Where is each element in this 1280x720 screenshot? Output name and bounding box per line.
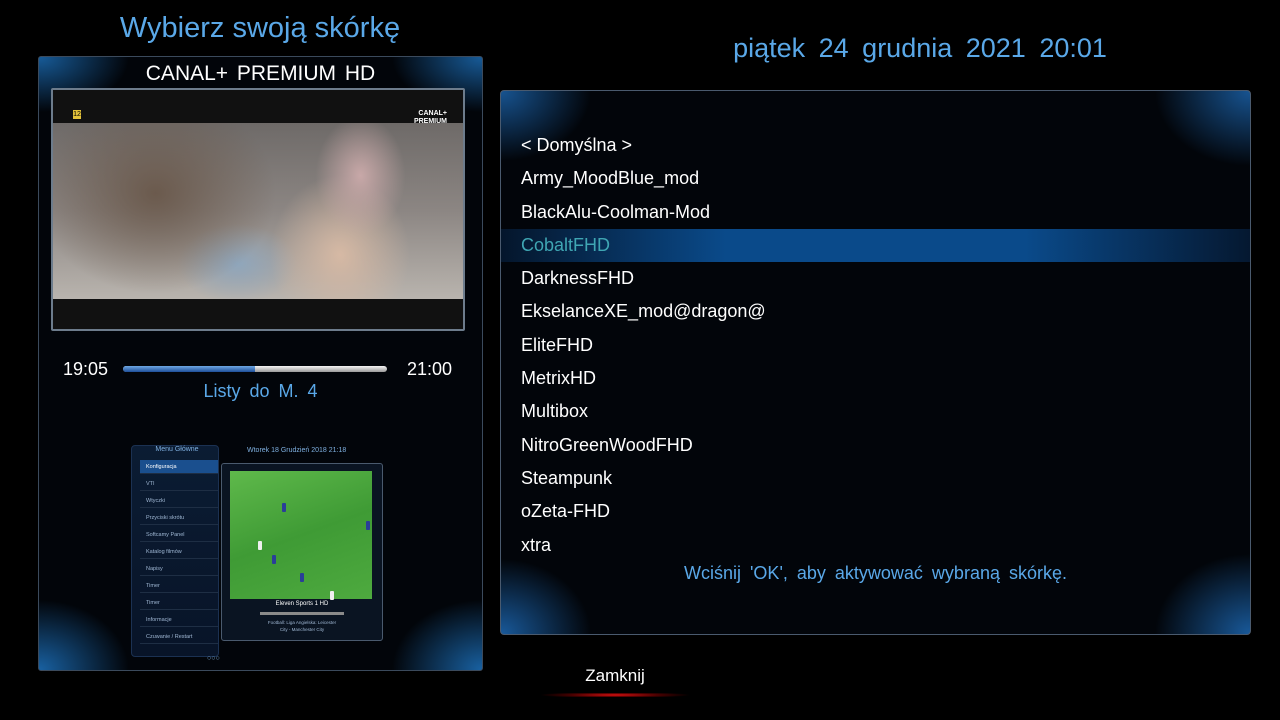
- skin-item[interactable]: < Domyślna >: [501, 129, 1250, 162]
- skin-item-selected[interactable]: CobaltFHD: [501, 228, 1250, 263]
- preview-menu-item: Wtyczki: [140, 494, 218, 508]
- channel-logo: CANAL+ PREMIUM: [413, 110, 447, 125]
- date-time-display: piątek 24 grudnia 2021 20:01: [733, 33, 1107, 63]
- skin-list[interactable]: < Domyślna > Army_MoodBlue_mod BlackAlu-Co…: [501, 129, 1250, 562]
- preview-menu-item: Konfiguracja: [140, 460, 218, 474]
- age-rating-badge: 12: [73, 110, 81, 119]
- red-key-indicator: [540, 693, 690, 697]
- skin-item[interactable]: Steampunk: [501, 462, 1250, 495]
- preview-player: [282, 503, 286, 512]
- live-video-preview: 12 CANAL+ PREMIUM: [51, 88, 465, 331]
- preview-player: [330, 591, 334, 600]
- close-button-label: Zamknij: [585, 666, 645, 685]
- preview-player: [258, 541, 262, 550]
- skin-item[interactable]: EkselanceXE_mod@dragon@: [501, 295, 1250, 328]
- preview-football-pitch: [230, 471, 372, 600]
- event-title: Listy do M. 4: [203, 381, 318, 401]
- event-end-time: 21:00: [407, 359, 453, 379]
- preview-page-dots: ○○○: [207, 655, 220, 662]
- skin-item[interactable]: NitroGreenWoodFHD: [501, 429, 1250, 462]
- preview-menu-item: Softcamy Panel: [140, 528, 218, 542]
- skin-preview-thumbnail: Menu Główne Konfiguracja VTI Wtyczki Przyci…: [129, 431, 389, 671]
- close-button[interactable]: Zamknij: [540, 662, 690, 702]
- skin-item[interactable]: Multibox: [501, 395, 1250, 428]
- preview-tv-window: Eleven Sports 1 HD Football: Liga Angiel…: [221, 463, 383, 641]
- skin-item[interactable]: MetrixHD: [501, 362, 1250, 395]
- skin-item[interactable]: oZeta-FHD: [501, 495, 1250, 528]
- preview-progress-bar: [260, 612, 344, 615]
- preview-player: [272, 555, 276, 564]
- preview-menu-item: Napisy: [140, 562, 218, 576]
- preview-player: [300, 573, 304, 582]
- preview-player: [366, 521, 370, 530]
- preview-event-line: Football: Liga Angielska: Leicester: [267, 620, 337, 625]
- preview-menu-title: Menu Główne: [155, 446, 199, 453]
- event-progress-bar: [123, 366, 387, 372]
- event-progress-fill: [123, 366, 255, 372]
- preview-menu-item: Informacje: [140, 613, 218, 627]
- skin-list-panel: < Domyślna > Army_MoodBlue_mod BlackAlu-Co…: [500, 90, 1251, 635]
- preview-menu-item: Katalog filmów: [140, 545, 218, 559]
- preview-event-line: City - Manchester City: [279, 627, 325, 632]
- preview-main-menu: Menu Główne Konfiguracja VTI Wtyczki Przyci…: [131, 445, 219, 657]
- hint-text: Wciśnij 'OK', aby aktywować wybraną skór…: [684, 563, 1067, 583]
- preview-menu-item: Timer: [140, 596, 218, 610]
- page-title: Wybierz swoją skórkę: [119, 12, 401, 44]
- skin-item[interactable]: BlackAlu-Coolman-Mod: [501, 196, 1250, 229]
- skin-item[interactable]: DarknessFHD: [501, 262, 1250, 295]
- preview-event-info: Football: Liga Angielska: Leicester City…: [222, 619, 382, 633]
- preview-panel: CANAL+ PREMIUM HD 12 CANAL+ PREMIUM 19:0…: [38, 56, 483, 671]
- skin-item[interactable]: EliteFHD: [501, 329, 1250, 362]
- channel-name: CANAL+ PREMIUM HD: [145, 62, 376, 85]
- preview-menu-item: Timer: [140, 579, 218, 593]
- event-start-time: 19:05: [63, 359, 109, 379]
- skin-item[interactable]: xtra: [501, 529, 1250, 562]
- preview-menu-item: VTI: [140, 477, 218, 491]
- skin-item[interactable]: Army_MoodBlue_mod: [501, 162, 1250, 195]
- video-frame-image: [53, 123, 463, 299]
- preview-menu-item: Czuwanie / Restart: [140, 630, 218, 644]
- preview-menu-item: Przyciski skrótu: [140, 511, 218, 525]
- preview-date-header: Wtorek 18 Grudzień 2018 21:18: [247, 447, 347, 454]
- preview-channel-name: Eleven Sports 1 HD: [275, 601, 329, 607]
